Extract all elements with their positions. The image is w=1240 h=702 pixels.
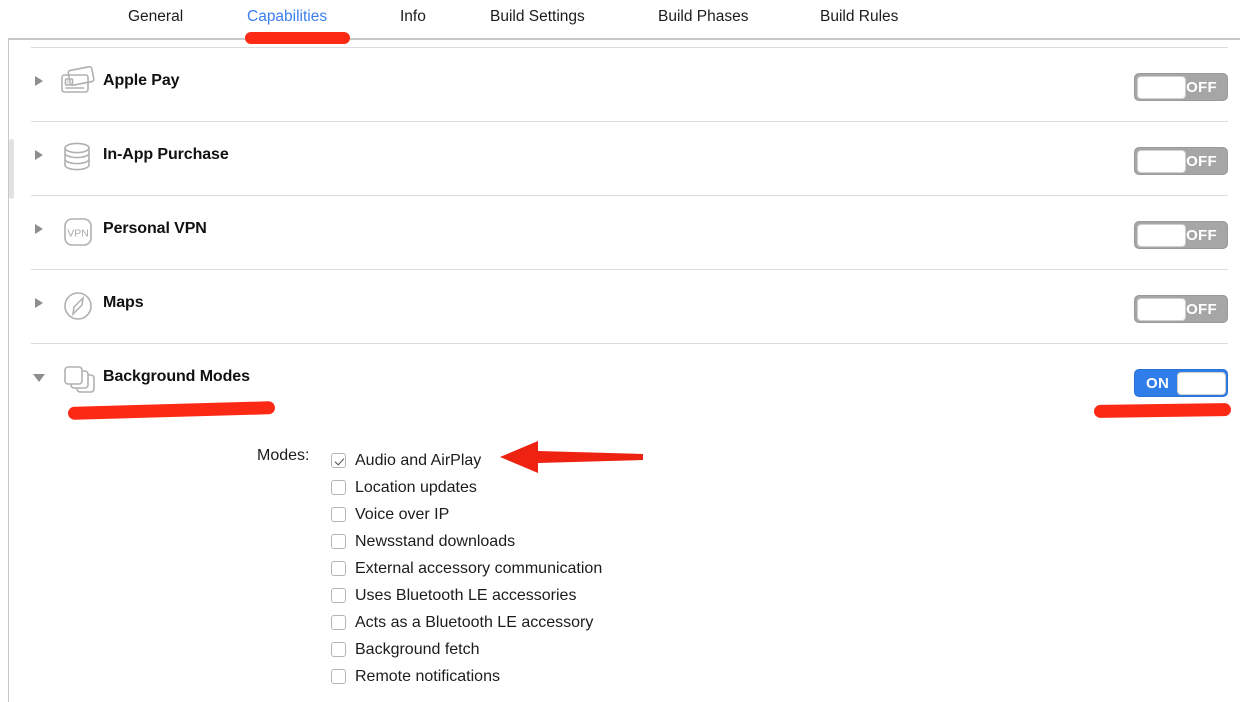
checkbox-external-accessory-communication[interactable] (331, 561, 346, 576)
row-separator (31, 121, 1228, 122)
list-item-label: Audio and AirPlay (355, 451, 482, 469)
tab-build-settings[interactable]: Build Settings (490, 0, 585, 33)
list-item-label: Background fetch (355, 640, 480, 658)
disclosure-triangle-apple-pay[interactable] (35, 76, 43, 86)
list-item-label: Acts as a Bluetooth LE accessory (355, 613, 594, 631)
toggle-state-label: OFF (1186, 153, 1217, 170)
toggle-background-modes[interactable]: ON (1134, 369, 1228, 397)
capability-label-personal-vpn: Personal VPN (103, 220, 207, 237)
toggle-in-app-purchase[interactable]: OFF (1134, 147, 1228, 175)
capability-label-maps: Maps (103, 294, 144, 311)
list-item[interactable]: Remote notifications (331, 663, 602, 690)
annotation-arrow-audio-and-airplay (498, 437, 643, 477)
list-item[interactable]: Location updates (331, 474, 602, 501)
capability-row-maps[interactable]: Maps OFF (9, 269, 1240, 343)
capability-label-in-app-purchase: In-App Purchase (103, 146, 229, 163)
toggle-knob (1176, 371, 1226, 395)
disclosure-triangle-personal-vpn[interactable] (35, 224, 43, 234)
disclosure-triangle-background-modes[interactable] (33, 374, 45, 382)
list-item-label: Remote notifications (355, 667, 500, 685)
checkbox-uses-bluetooth-le-accessories[interactable] (331, 588, 346, 603)
toggle-apple-pay[interactable]: OFF (1134, 73, 1228, 101)
list-item-label: External accessory communication (355, 559, 603, 577)
disclosure-triangle-in-app-purchase[interactable] (35, 150, 43, 160)
svg-text:VPN: VPN (67, 228, 89, 240)
project-editor-tabbar: General Capabilities Info Build Settings… (0, 0, 1240, 33)
toggle-personal-vpn[interactable]: OFF (1134, 221, 1228, 249)
tab-build-phases[interactable]: Build Phases (658, 0, 748, 33)
row-separator (31, 195, 1228, 196)
list-item-label: Uses Bluetooth LE accessories (355, 586, 577, 604)
list-item[interactable]: Acts as a Bluetooth LE accessory (331, 609, 602, 636)
checkbox-location-updates[interactable] (331, 480, 346, 495)
checkbox-background-fetch[interactable] (331, 642, 346, 657)
toggle-state-label: OFF (1186, 301, 1217, 318)
disclosure-triangle-maps[interactable] (35, 298, 43, 308)
tab-info[interactable]: Info (400, 0, 426, 33)
checkbox-remote-notifications[interactable] (331, 669, 346, 684)
tab-capabilities[interactable]: Capabilities (247, 0, 327, 33)
capability-label-background-modes: Background Modes (103, 368, 250, 385)
checkbox-acts-as-bluetooth-le-accessory[interactable] (331, 615, 346, 630)
toggle-state-label: OFF (1186, 227, 1217, 244)
capability-row-in-app-purchase[interactable]: In-App Purchase OFF (9, 121, 1240, 195)
row-separator (31, 343, 1228, 344)
credit-cards-icon (57, 63, 99, 105)
row-separator (31, 47, 1228, 48)
checkbox-audio-and-airplay[interactable] (331, 453, 346, 468)
annotation-underline-capabilities-tab (245, 32, 350, 44)
list-item-label: Voice over IP (355, 505, 450, 523)
list-item-label: Location updates (355, 478, 477, 496)
checkbox-newsstand-downloads[interactable] (331, 534, 346, 549)
toggle-state-label: OFF (1186, 79, 1217, 96)
vpn-badge-icon: VPN (57, 211, 99, 253)
list-item-label: Newsstand downloads (355, 532, 516, 550)
toggle-knob (1136, 223, 1186, 247)
capability-row-apple-pay[interactable]: Apple Pay OFF (9, 47, 1240, 121)
stacked-squares-icon (57, 359, 99, 401)
capabilities-panel: Apple Pay OFF In-App Purchase OFF VPN Pe… (8, 38, 1240, 702)
panel-top-border (9, 39, 1240, 40)
modes-section-label: Modes: (257, 447, 310, 464)
coin-stack-icon (57, 137, 99, 179)
tab-general[interactable]: General (128, 0, 183, 33)
capability-label-apple-pay: Apple Pay (103, 72, 180, 89)
list-item[interactable]: Newsstand downloads (331, 528, 602, 555)
tab-build-rules[interactable]: Build Rules (820, 0, 898, 33)
list-item[interactable]: Voice over IP (331, 501, 602, 528)
row-separator (31, 269, 1228, 270)
checkbox-voice-over-ip[interactable] (331, 507, 346, 522)
list-item[interactable]: External accessory communication (331, 555, 602, 582)
compass-icon (57, 285, 99, 327)
list-item[interactable]: Uses Bluetooth LE accessories (331, 582, 602, 609)
toggle-knob (1136, 149, 1186, 173)
annotation-underline-toggle-on (1093, 403, 1232, 418)
toggle-maps[interactable]: OFF (1134, 295, 1228, 323)
background-modes-list: Audio and AirPlay Location updates Voice… (331, 447, 602, 690)
capability-row-personal-vpn[interactable]: VPN Personal VPN OFF (9, 195, 1240, 269)
toggle-state-label: ON (1146, 375, 1170, 392)
toggle-knob (1136, 297, 1186, 321)
toggle-knob (1136, 75, 1186, 99)
list-item[interactable]: Background fetch (331, 636, 602, 663)
